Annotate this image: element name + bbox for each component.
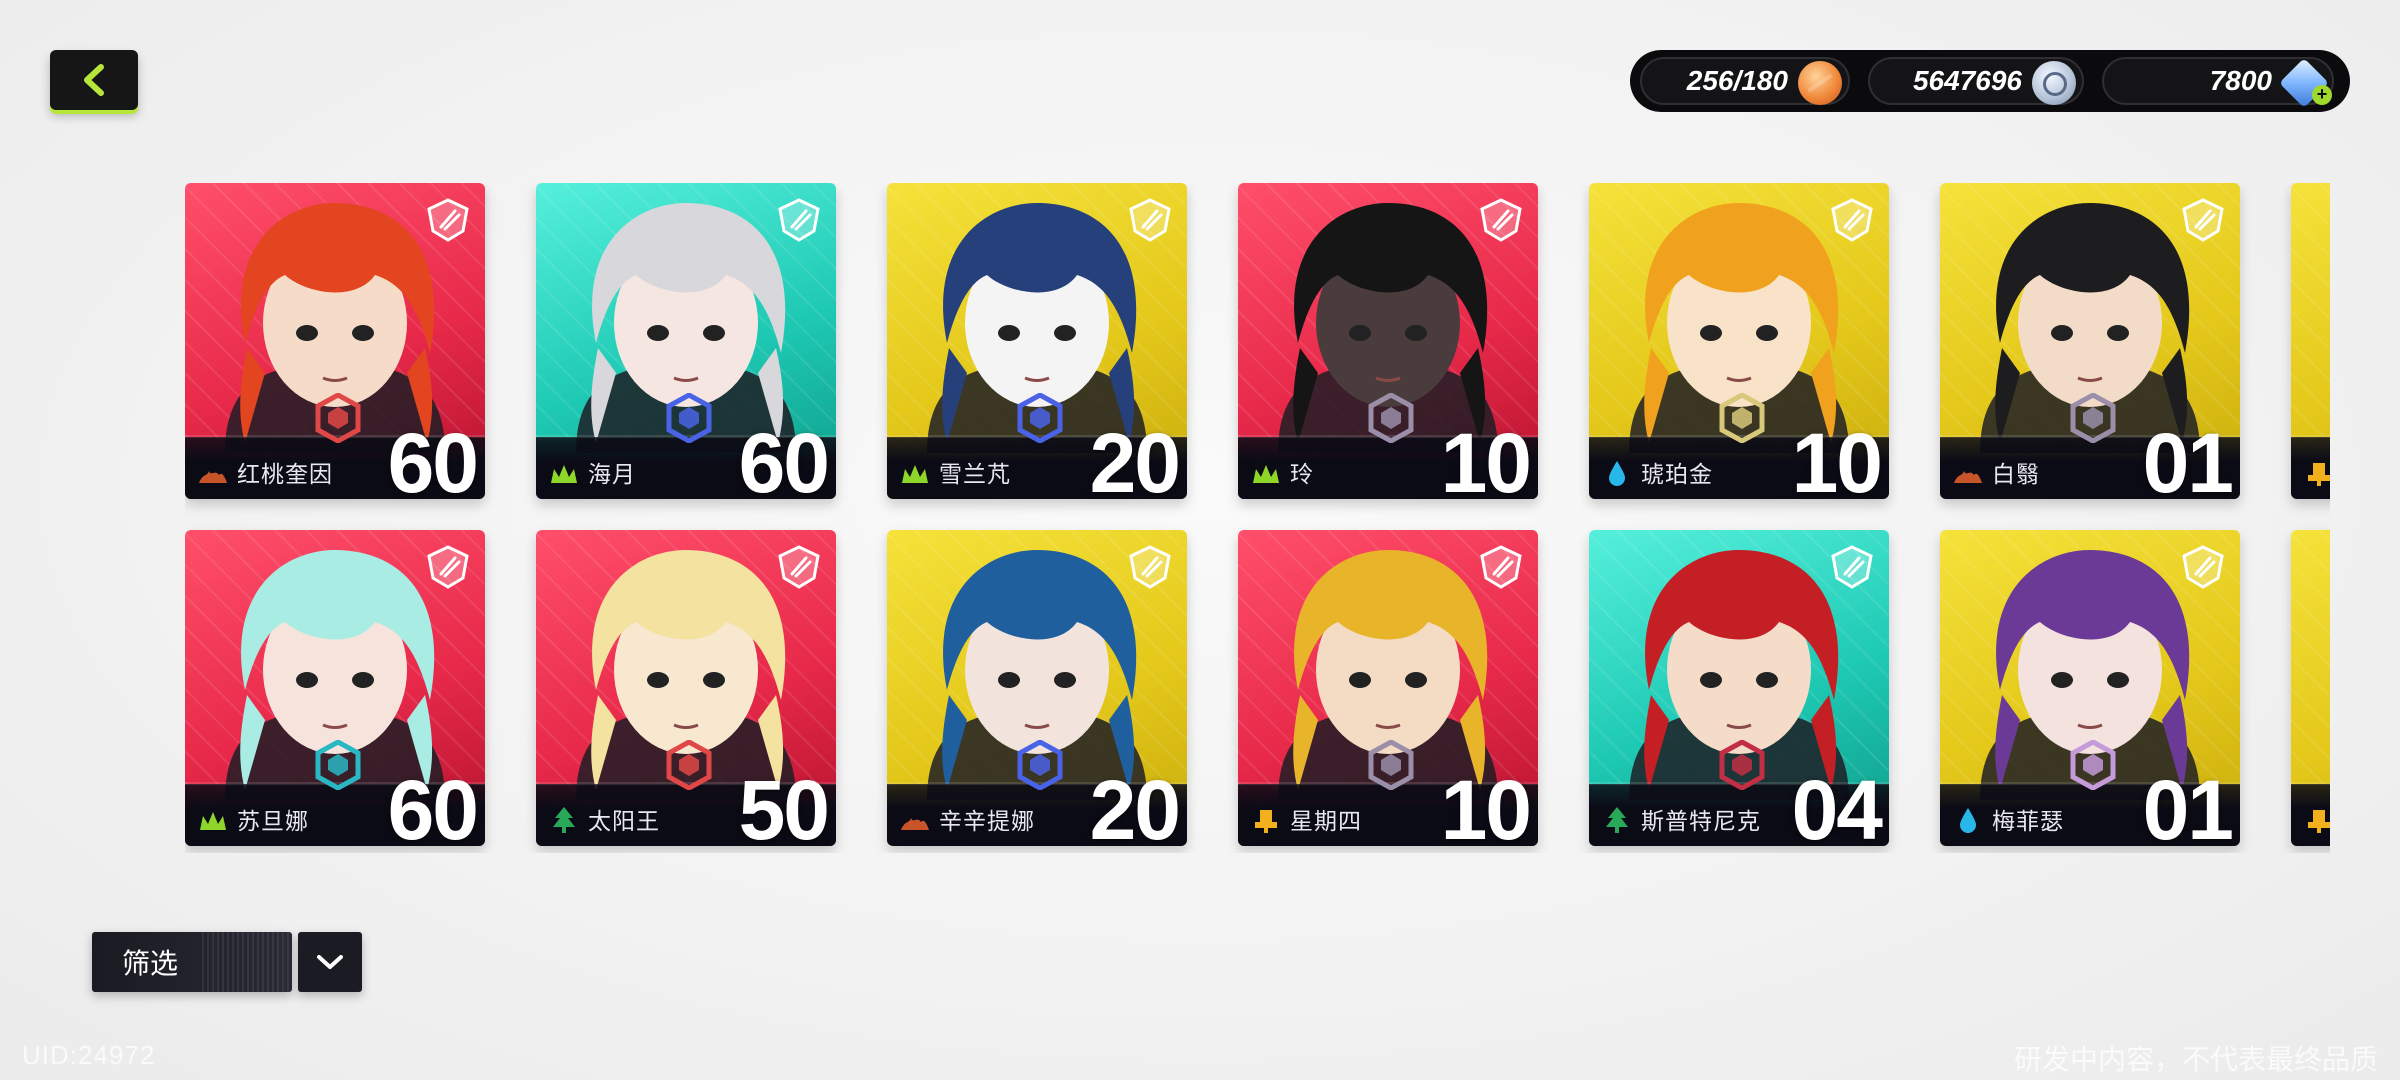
character-name: 雪兰芃 xyxy=(939,462,1011,488)
class-emblem-icon xyxy=(1829,544,1875,590)
filter-label: 筛选 xyxy=(122,947,179,980)
character-level: 60 xyxy=(738,416,830,499)
currency-bar: 256/180 5647696 7800 + xyxy=(1630,50,2350,112)
class-emblem-icon xyxy=(1478,197,1524,243)
element-fire-icon xyxy=(899,806,931,834)
character-level: 01 xyxy=(2142,416,2234,499)
coin-value: 5647696 xyxy=(1912,65,2022,96)
rank-hexagon-icon xyxy=(1368,392,1414,444)
character-card[interactable]: 白翳 01 xyxy=(1940,183,2240,499)
character-name: 苏旦娜 xyxy=(237,809,309,835)
rank-hexagon-icon xyxy=(666,739,712,791)
character-card[interactable]: 海月 60 xyxy=(536,183,836,499)
character-card[interactable]: 苏旦娜 60 xyxy=(185,530,485,846)
character-card[interactable]: 星期四 10 xyxy=(1238,530,1538,846)
class-emblem-icon xyxy=(776,197,822,243)
gem-counter[interactable]: 7800 + xyxy=(2102,57,2334,108)
character-card[interactable]: 雪兰芃 20 xyxy=(887,183,1187,499)
class-emblem-icon xyxy=(1127,197,1173,243)
coin-counter[interactable]: 5647696 xyxy=(1868,57,2084,105)
character-level: 10 xyxy=(1440,416,1532,499)
element-grass-icon xyxy=(1250,459,1282,487)
element-grass-icon xyxy=(548,459,580,487)
character-name: 白翳 xyxy=(1992,462,2040,488)
character-level: 60 xyxy=(387,416,479,499)
chevron-down-icon xyxy=(317,955,343,969)
character-name: 红桃奎因 xyxy=(237,462,333,488)
back-button[interactable] xyxy=(50,50,138,110)
character-name: 斯普特尼克 xyxy=(1641,809,1761,835)
element-fire-icon xyxy=(197,459,229,487)
character-name: 梅菲瑟 xyxy=(1992,809,2064,835)
character-card[interactable]: 梅菲瑟 01 xyxy=(1940,530,2240,846)
character-card[interactable]: 琥珀金 10 xyxy=(1589,183,1889,499)
chevron-left-icon xyxy=(84,64,104,96)
character-card[interactable]: 辛辛提娜 20 xyxy=(887,530,1187,846)
uid-watermark: UID:24972 xyxy=(22,1040,156,1070)
element-grass-icon xyxy=(197,806,229,834)
character-card[interactable]: 斯普特尼克 04 xyxy=(1589,530,1889,846)
character-name: 星期四 xyxy=(1290,809,1362,835)
filter-dropdown-toggle[interactable] xyxy=(298,932,362,992)
class-emblem-icon xyxy=(1478,544,1524,590)
rank-hexagon-icon xyxy=(315,392,361,444)
character-name: 玲 xyxy=(1290,462,1314,488)
character-card-partial[interactable] xyxy=(2291,183,2330,499)
class-emblem-icon xyxy=(1127,544,1173,590)
character-level: 60 xyxy=(387,763,479,846)
rank-hexagon-icon xyxy=(666,392,712,444)
character-card[interactable]: 红桃奎因 60 xyxy=(185,183,485,499)
rank-hexagon-icon xyxy=(1017,392,1063,444)
character-name: 太阳王 xyxy=(588,809,660,835)
character-level: 50 xyxy=(738,763,830,846)
stamina-value: 256/180 xyxy=(1686,65,1788,96)
gem-value: 7800 xyxy=(2209,65,2272,96)
character-card-partial[interactable] xyxy=(2291,530,2330,846)
stamina-orb-icon xyxy=(1798,61,1842,105)
stamina-counter[interactable]: 256/180 xyxy=(1640,57,1850,105)
rank-hexagon-icon xyxy=(1719,392,1765,444)
character-card[interactable]: 太阳王 50 xyxy=(536,530,836,846)
class-emblem-icon xyxy=(1829,197,1875,243)
character-name: 辛辛提娜 xyxy=(939,809,1035,835)
character-level: 10 xyxy=(1791,416,1883,499)
rank-hexagon-icon xyxy=(1368,739,1414,791)
rank-hexagon-icon xyxy=(315,739,361,791)
character-level: 20 xyxy=(1089,416,1181,499)
class-emblem-icon xyxy=(2180,197,2226,243)
character-card[interactable]: 玲 10 xyxy=(1238,183,1538,499)
element-fire-icon xyxy=(1952,459,1984,487)
rank-hexagon-icon xyxy=(2070,739,2116,791)
character-level: 04 xyxy=(1791,763,1883,846)
class-emblem-icon xyxy=(776,544,822,590)
element-water-icon xyxy=(1952,806,1984,834)
class-emblem-icon xyxy=(425,197,471,243)
element-tree-icon xyxy=(1601,806,1633,834)
filter-button[interactable]: 筛选 xyxy=(92,932,292,992)
class-emblem-icon xyxy=(2180,544,2226,590)
dev-content-watermark: 研发中内容，不代表最终品质 xyxy=(2013,1043,2378,1076)
element-earth-icon xyxy=(2303,806,2330,834)
rank-hexagon-icon xyxy=(1017,739,1063,791)
add-gem-plus-icon[interactable]: + xyxy=(2312,85,2332,105)
element-water-icon xyxy=(1601,459,1633,487)
character-level: 20 xyxy=(1089,763,1181,846)
character-grid: 红桃奎因 60 海月 60 雪兰芃 20 玲 10 琥珀金 10 白翳 01 苏旦娜 60 太阳王 50 辛辛提… xyxy=(185,183,2330,853)
element-earth-icon xyxy=(2303,459,2330,487)
element-earth-icon xyxy=(1250,806,1282,834)
character-level: 10 xyxy=(1440,763,1532,846)
class-emblem-icon xyxy=(425,544,471,590)
character-level: 01 xyxy=(2142,763,2234,846)
element-tree-icon xyxy=(548,806,580,834)
character-name: 琥珀金 xyxy=(1641,462,1713,488)
silver-coin-icon xyxy=(2032,61,2076,105)
rank-hexagon-icon xyxy=(1719,739,1765,791)
character-name: 海月 xyxy=(588,462,636,488)
element-grass-icon xyxy=(899,459,931,487)
rank-hexagon-icon xyxy=(2070,392,2116,444)
